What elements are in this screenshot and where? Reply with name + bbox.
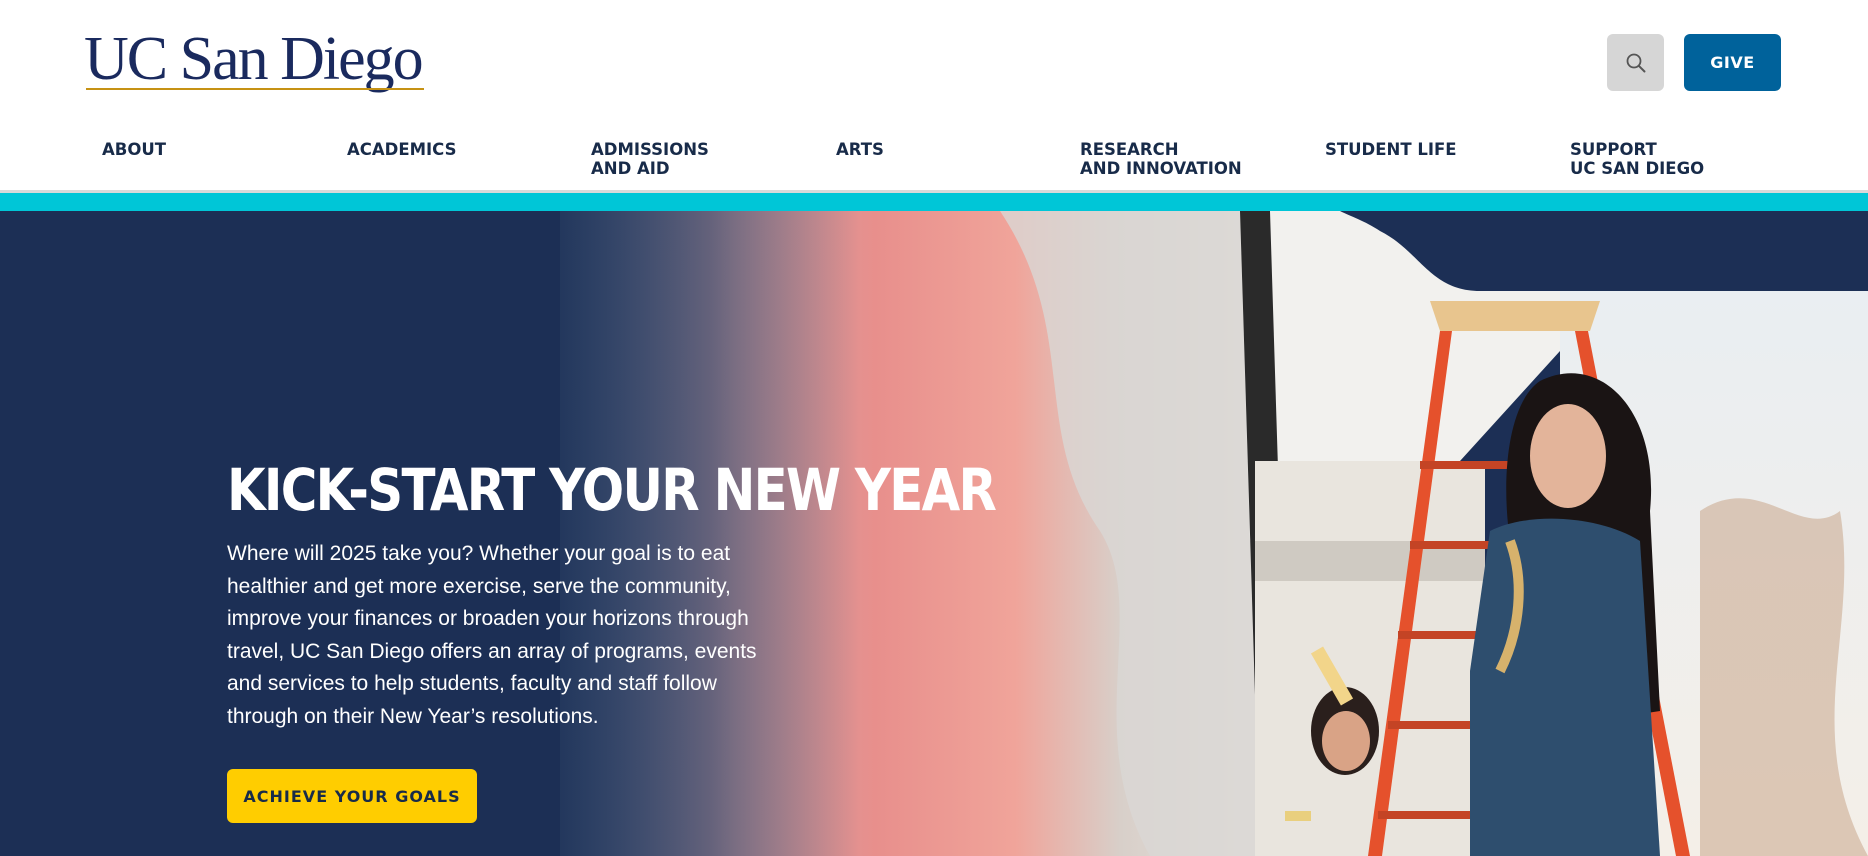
hero-title: KICK-START YOUR NEW YEAR xyxy=(227,456,997,524)
nav-item-research-and-innovation[interactable]: RESEARCH AND INNOVATION xyxy=(1080,140,1242,178)
achieve-your-goals-button[interactable]: ACHIEVE YOUR GOALS xyxy=(227,769,477,823)
hero-banner: KICK-START YOUR NEW YEAR Where will 2025… xyxy=(0,193,1868,856)
nav-item-support-uc-san-diego[interactable]: SUPPORT UC SAN DIEGO xyxy=(1570,140,1704,178)
site-header: UC San Diego GIVE ABOUT ACADEMICS ADMISS… xyxy=(0,0,1868,192)
search-icon xyxy=(1626,53,1645,72)
uc-san-diego-logo[interactable]: UC San Diego xyxy=(84,24,424,94)
logo-text: UC San Diego xyxy=(84,25,424,93)
logo-underline xyxy=(86,88,424,90)
nav-item-student-life[interactable]: STUDENT LIFE xyxy=(1325,140,1457,159)
nav-item-arts[interactable]: ARTS xyxy=(836,140,884,159)
nav-item-about[interactable]: ABOUT xyxy=(102,140,166,159)
give-button[interactable]: GIVE xyxy=(1684,34,1781,91)
nav-item-academics[interactable]: ACADEMICS xyxy=(347,140,456,159)
nav-item-admissions-and-aid[interactable]: ADMISSIONS AND AID xyxy=(591,140,709,178)
search-button[interactable] xyxy=(1607,34,1664,91)
cyan-accent-band xyxy=(0,193,1868,211)
main-nav: ABOUT ACADEMICS ADMISSIONS AND AID ARTS … xyxy=(0,140,1868,190)
hero-body-text: Where will 2025 take you? Whether your g… xyxy=(227,542,757,728)
hero-text-gradient xyxy=(0,211,1868,856)
